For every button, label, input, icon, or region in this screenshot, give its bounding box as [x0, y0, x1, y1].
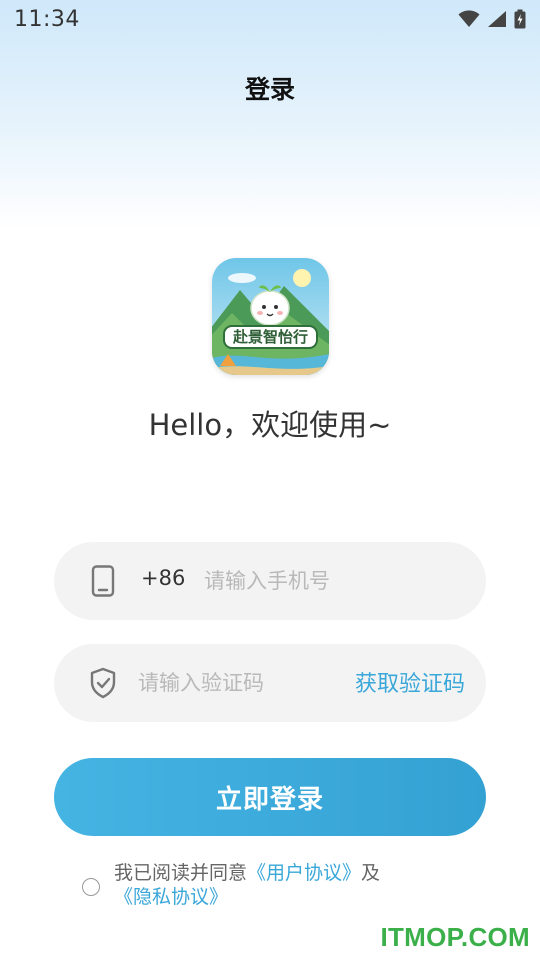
login-button[interactable]: 立即登录: [54, 758, 486, 836]
status-time: 11:34: [14, 6, 80, 32]
get-code-button[interactable]: 获取验证码: [355, 666, 465, 698]
privacy-agreement-link[interactable]: 《隐私协议》: [114, 886, 228, 908]
phone-input[interactable]: [204, 562, 444, 600]
shield-icon: [90, 667, 116, 699]
logo-text: 赴景智怡行: [232, 328, 308, 346]
cell-signal-icon: [488, 11, 506, 27]
app-logo: 赴景智怡行: [212, 258, 329, 375]
agreement-checkbox[interactable]: [82, 878, 100, 896]
status-bar: 11:34: [0, 0, 540, 38]
phone-icon: [91, 565, 115, 597]
country-code[interactable]: +86: [141, 566, 185, 590]
agreement-connector: 及: [361, 862, 381, 884]
user-agreement-link[interactable]: 《用户协议》: [247, 862, 361, 884]
watermark: ITMOP.COM: [380, 922, 530, 952]
battery-icon: [514, 9, 526, 29]
agreement-text: 我已阅读并同意《用户协议》及《隐私协议》: [114, 861, 494, 909]
agreement-prefix: 我已阅读并同意: [114, 862, 248, 884]
verification-code-field: 获取验证码: [54, 644, 486, 722]
wifi-icon: [458, 10, 480, 27]
verification-code-input[interactable]: [138, 664, 338, 702]
page-title: 登录: [244, 75, 295, 104]
greeting-text: Hello，欢迎使用~: [148, 408, 392, 442]
status-icons: [458, 9, 526, 29]
phone-field: +86: [54, 542, 486, 620]
